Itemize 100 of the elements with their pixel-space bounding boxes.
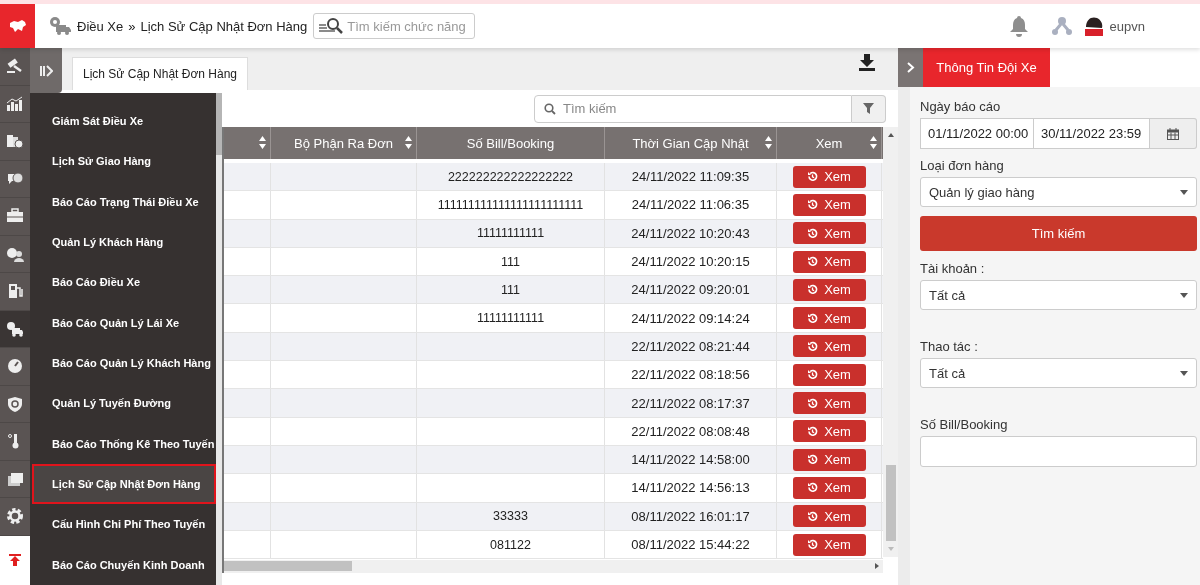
chevron-right-icon bbox=[906, 62, 915, 73]
sort-icon bbox=[870, 136, 877, 149]
view-button[interactable]: Xem bbox=[792, 193, 866, 216]
caret-icon bbox=[1180, 370, 1188, 376]
vertical-scrollbar[interactable] bbox=[883, 127, 898, 557]
view-button[interactable]: Xem bbox=[792, 250, 866, 273]
view-button[interactable]: Xem bbox=[792, 363, 866, 386]
menu-item[interactable]: Lịch Sử Giao Hàng bbox=[30, 141, 217, 182]
column-header[interactable]: Xem bbox=[777, 127, 882, 159]
view-button[interactable]: Xem bbox=[792, 505, 866, 528]
breadcrumb-item[interactable]: Điều Xe bbox=[77, 18, 124, 34]
menu-item[interactable]: Quản Lý Khách Hàng bbox=[30, 222, 217, 263]
sidebar-item[interactable] bbox=[0, 310, 30, 348]
tab[interactable]: Lịch Sử Cập Nhật Đơn Hàng bbox=[72, 57, 248, 90]
view-button[interactable]: Xem bbox=[792, 533, 866, 556]
column-header[interactable]: Số Bill/Booking bbox=[417, 127, 605, 159]
calendar-button[interactable] bbox=[1150, 118, 1197, 149]
gauge-icon bbox=[6, 358, 24, 375]
menu-item[interactable]: Báo Cáo Thống Kê Theo Tuyến bbox=[30, 423, 217, 464]
table-cell: 22/11/2022 08:08:48 bbox=[605, 417, 777, 445]
function-search-field[interactable]: Tìm kiếm chức năng bbox=[313, 13, 476, 39]
table-cell: 14/11/2022 14:56:13 bbox=[605, 474, 777, 502]
history-icon bbox=[807, 256, 819, 268]
menu-item[interactable]: Báo Cáo Chuyến Kinh Doanh bbox=[30, 544, 217, 585]
scroll-top-button[interactable] bbox=[0, 535, 30, 585]
money-user-icon bbox=[6, 245, 24, 262]
history-icon bbox=[807, 425, 819, 437]
table-cell: 22/11/2022 08:18:56 bbox=[605, 361, 777, 389]
field-label: Loại đơn hàng bbox=[920, 158, 1005, 173]
field-label: Tài khoản : bbox=[920, 261, 986, 276]
table-cell: 11111111111 bbox=[417, 304, 605, 332]
menu-item[interactable]: Quản Lý Tuyến Đường bbox=[30, 383, 217, 424]
table-cell: 22/11/2022 08:21:44 bbox=[605, 332, 777, 361]
sort-icon bbox=[765, 136, 772, 149]
gavel-icon bbox=[6, 58, 24, 75]
column-label: Số Bill/Booking bbox=[466, 135, 555, 151]
column-label: Thời Gian Cập Nhật bbox=[632, 135, 749, 151]
sidebar-toggle-button[interactable] bbox=[30, 48, 62, 93]
view-button[interactable]: Xem bbox=[792, 278, 866, 301]
horizontal-scrollbar[interactable] bbox=[224, 560, 883, 573]
date-field[interactable]: 01/11/2022 00:00 bbox=[920, 118, 1034, 149]
menu-item[interactable]: Báo Cáo Trạng Thái Điều Xe bbox=[30, 181, 217, 222]
caret-icon bbox=[1180, 292, 1188, 298]
view-button[interactable]: Xem bbox=[792, 476, 866, 499]
menu-item[interactable]: Cấu Hình Chi Phí Theo Tuyến bbox=[30, 504, 217, 545]
menu-item[interactable]: Báo Cáo Điều Xe bbox=[30, 262, 217, 303]
documents-icon bbox=[6, 470, 24, 487]
menu-item[interactable]: Báo Cáo Quản Lý Lái Xe bbox=[30, 302, 217, 343]
breadcrumb-separator: » bbox=[128, 18, 136, 34]
history-icon bbox=[807, 340, 819, 352]
table-cell: 081122 bbox=[417, 530, 605, 559]
collapse-button[interactable] bbox=[898, 48, 923, 87]
bar-chart-icon bbox=[6, 95, 24, 112]
shield-icon bbox=[6, 395, 24, 412]
column-label: Xem bbox=[815, 135, 843, 151]
input-field[interactable] bbox=[920, 436, 1197, 467]
truck-pin-icon bbox=[6, 320, 24, 337]
username[interactable]: eupvn bbox=[1109, 18, 1145, 34]
view-button[interactable]: Xem bbox=[792, 392, 866, 414]
view-button[interactable]: Xem bbox=[792, 448, 866, 471]
table-cell: 111 bbox=[417, 276, 605, 304]
search-field[interactable]: Tìm kiếm bbox=[534, 94, 852, 123]
panel-tab[interactable]: Thông Tin Đội Xe bbox=[923, 48, 1050, 87]
sort-icon bbox=[259, 136, 266, 149]
field-label: Ngày báo cáo bbox=[920, 99, 1002, 114]
column-header[interactable]: Bộ Phận Ra Đơn bbox=[271, 127, 417, 159]
view-button[interactable]: Xem bbox=[792, 335, 866, 358]
table-cell: 08/11/2022 15:44:22 bbox=[605, 530, 777, 559]
logo-icon[interactable] bbox=[0, 4, 35, 48]
table-cell: 11111111111 bbox=[417, 219, 605, 247]
calendar-icon bbox=[1167, 127, 1179, 140]
view-button[interactable]: Xem bbox=[792, 165, 866, 188]
history-icon bbox=[807, 454, 819, 466]
date-field[interactable]: 30/11/2022 23:59 bbox=[1034, 118, 1150, 149]
history-icon bbox=[807, 171, 819, 183]
arrow-up-icon bbox=[9, 554, 21, 567]
menu-item[interactable]: Giám Sát Điều Xe bbox=[30, 101, 217, 142]
view-button[interactable]: Xem bbox=[792, 222, 866, 245]
dropdown[interactable]: Tất cả bbox=[920, 280, 1197, 310]
filter-button[interactable] bbox=[852, 94, 886, 123]
table-cell: 08/11/2022 16:01:17 bbox=[605, 502, 777, 530]
expand-icon bbox=[39, 64, 53, 77]
dropdown[interactable]: Quản lý giao hàng bbox=[920, 177, 1197, 207]
dropdown[interactable]: Tất cả bbox=[920, 358, 1197, 388]
table-cell: 22/11/2022 08:17:37 bbox=[605, 389, 777, 417]
user-avatar-icon[interactable] bbox=[1083, 15, 1104, 37]
column-header[interactable]: Thời Gian Cập Nhật bbox=[605, 127, 777, 159]
menu-item[interactable]: Lịch Sử Cập Nhật Đơn Hàng bbox=[32, 463, 217, 505]
view-button[interactable]: Xem bbox=[792, 307, 866, 330]
menu-item[interactable]: Báo Cáo Quản Lý Khách Hàng bbox=[30, 342, 217, 384]
history-icon bbox=[807, 539, 819, 550]
table-cell: 222222222222222222 bbox=[417, 163, 605, 191]
search-button[interactable]: Tìm kiếm bbox=[920, 216, 1197, 251]
chat-icon bbox=[6, 170, 24, 187]
menu-scrollbar[interactable] bbox=[216, 93, 222, 585]
download-icon[interactable] bbox=[858, 53, 876, 71]
table-cell: 24/11/2022 09:14:24 bbox=[605, 304, 777, 332]
history-icon bbox=[807, 510, 819, 522]
view-button[interactable]: Xem bbox=[792, 420, 866, 443]
table-cell: 24/11/2022 10:20:15 bbox=[605, 247, 777, 276]
